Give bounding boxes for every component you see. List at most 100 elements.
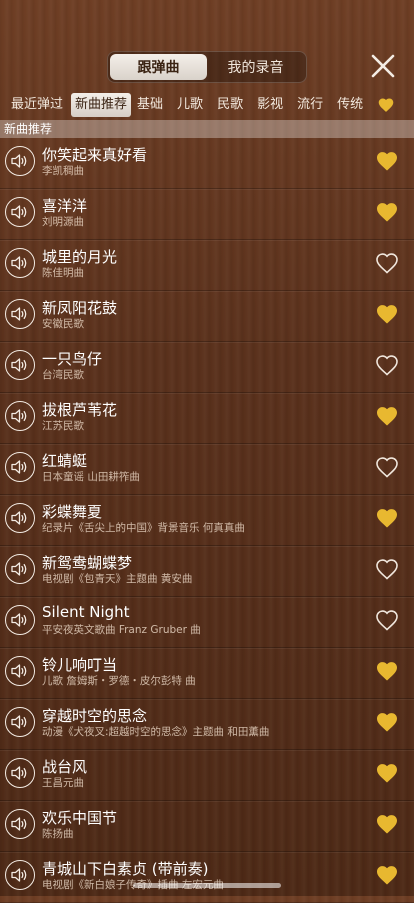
tab-pop[interactable]: 流行 [293,93,327,117]
home-indicator [133,883,281,888]
heart-filled-icon[interactable] [375,864,399,886]
song-subtitle: 陈扬曲 [42,828,74,840]
heart-outline-icon[interactable] [375,456,399,478]
tab-favorites-heart-icon[interactable] [377,97,395,113]
song-title: 拔根芦苇花 [42,401,118,419]
song-subtitle: 平安夜英文歌曲 Franz Gruber 曲 [42,624,201,636]
song-subtitle: 安徽民歌 [42,318,84,330]
speaker-play-button[interactable] [5,401,35,431]
song-row[interactable]: 城里的月光 陈佳明曲 [0,240,414,291]
speaker-play-button[interactable] [5,452,35,482]
song-list: 你笑起来真好看 李凯稠曲 喜洋洋 刘明源曲 城里的月光 陈佳明曲 新凤阳花鼓 安… [0,138,414,903]
song-subtitle: 王昌元曲 [42,777,84,789]
speaker-play-button[interactable] [5,605,35,635]
heart-filled-icon[interactable] [375,762,399,784]
song-row[interactable]: 穿越时空的思念 动漫《犬夜叉:超越时空的思念》主题曲 和田薰曲 [0,699,414,750]
speaker-play-button[interactable] [5,146,35,176]
song-row[interactable]: 你笑起来真好看 李凯稠曲 [0,138,414,189]
song-title: 喜洋洋 [42,197,88,215]
song-title: 战台风 [42,758,88,776]
song-row[interactable]: 战台风 王昌元曲 [0,750,414,801]
song-subtitle: 儿歌 詹姆斯・罗德・皮尔彭特 曲 [42,675,196,687]
song-title: 青城山下白素贞 (带前奏) [42,860,209,878]
heart-filled-icon[interactable] [375,150,399,172]
tab-film[interactable]: 影视 [253,93,287,117]
song-title: 你笑起来真好看 [42,146,148,164]
tab-recent[interactable]: 最近弹过 [7,93,67,117]
song-subtitle: 电视剧《包青天》主题曲 黄安曲 [42,573,193,585]
speaker-play-button[interactable] [5,554,35,584]
song-title: 欢乐中国节 [42,809,118,827]
song-subtitle: 日本童谣 山田耕筰曲 [42,471,140,483]
speaker-icon [11,358,27,372]
song-row[interactable]: 新鸳鸯蝴蝶梦 电视剧《包青天》主题曲 黄安曲 [0,546,414,597]
song-title: 穿越时空的思念 [42,707,148,725]
heart-filled-icon[interactable] [375,507,399,529]
song-row[interactable]: 彩蝶舞夏 纪录片《舌尖上的中国》背景音乐 何真真曲 [0,495,414,546]
speaker-play-button[interactable] [5,248,35,278]
speaker-icon [11,613,27,627]
speaker-icon [11,409,27,423]
song-title: 铃儿响叮当 [42,656,118,674]
tab-basics[interactable]: 基础 [133,93,167,117]
heart-outline-icon[interactable] [375,558,399,580]
speaker-play-button[interactable] [5,809,35,839]
close-icon[interactable] [367,50,399,82]
tab-new-recommend[interactable]: 新曲推荐 [71,93,132,117]
speaker-play-button[interactable] [5,758,35,788]
song-subtitle: 李凯稠曲 [42,165,84,177]
song-subtitle: 纪录片《舌尖上的中国》背景音乐 何真真曲 [42,522,245,534]
heart-filled-icon[interactable] [375,813,399,835]
song-row[interactable]: 拔根芦苇花 江苏民歌 [0,393,414,444]
heart-outline-icon[interactable] [375,252,399,274]
speaker-icon [11,562,27,576]
heart-filled-icon[interactable] [375,201,399,223]
song-row[interactable]: 欢乐中国节 陈扬曲 [0,801,414,852]
speaker-icon [11,256,27,270]
song-row[interactable]: 铃儿响叮当 儿歌 詹姆斯・罗德・皮尔彭特 曲 [0,648,414,699]
heart-filled-icon[interactable] [375,660,399,682]
song-row[interactable]: 喜洋洋 刘明源曲 [0,189,414,240]
section-header: 新曲推荐 [0,120,414,138]
speaker-icon [11,154,27,168]
speaker-play-button[interactable] [5,350,35,380]
speaker-play-button[interactable] [5,299,35,329]
tab-traditional[interactable]: 传统 [333,93,367,117]
speaker-play-button[interactable] [5,656,35,686]
song-subtitle: 陈佳明曲 [42,267,84,279]
song-row[interactable]: 新凤阳花鼓 安徽民歌 [0,291,414,342]
heart-outline-icon[interactable] [375,354,399,376]
speaker-icon [11,307,27,321]
tab-folk[interactable]: 民歌 [213,93,247,117]
speaker-icon [11,817,27,831]
segment-my-recordings[interactable]: 我的录音 [207,54,304,80]
speaker-play-button[interactable] [5,707,35,737]
heart-filled-icon[interactable] [375,405,399,427]
song-row[interactable]: Silent Night 平安夜英文歌曲 Franz Gruber 曲 [0,597,414,648]
song-title: 红蜻蜓 [42,452,88,470]
heart-filled-icon[interactable] [375,711,399,733]
heart-outline-icon[interactable] [375,609,399,631]
song-title: 新鸳鸯蝴蝶梦 [42,554,133,572]
speaker-icon [11,460,27,474]
speaker-play-button[interactable] [5,503,35,533]
song-subtitle: 动漫《犬夜叉:超越时空的思念》主题曲 和田薰曲 [42,726,270,738]
heart-filled-icon[interactable] [375,303,399,325]
song-row[interactable]: 红蜻蜓 日本童谣 山田耕筰曲 [0,444,414,495]
song-title: 彩蝶舞夏 [42,503,103,521]
speaker-icon [11,205,27,219]
category-tabs: 最近弹过 新曲推荐 基础 儿歌 民歌 影视 流行 传统 [0,92,414,118]
speaker-play-button[interactable] [5,197,35,227]
speaker-icon [11,664,27,678]
song-subtitle: 江苏民歌 [42,420,84,432]
song-row[interactable]: 青城山下白素贞 (带前奏) 电视剧《新白娘子传奇》插曲 左宏元曲 [0,852,414,903]
song-subtitle: 台湾民歌 [42,369,84,381]
speaker-icon [11,511,27,525]
speaker-icon [11,715,27,729]
song-row[interactable]: 一只鸟仔 台湾民歌 [0,342,414,393]
segment-follow-songs[interactable]: 跟弹曲 [110,54,207,80]
song-subtitle: 刘明源曲 [42,216,84,228]
tab-children[interactable]: 儿歌 [173,93,207,117]
speaker-play-button[interactable] [5,860,35,890]
top-bar: 跟弹曲 我的录音 [0,0,414,92]
